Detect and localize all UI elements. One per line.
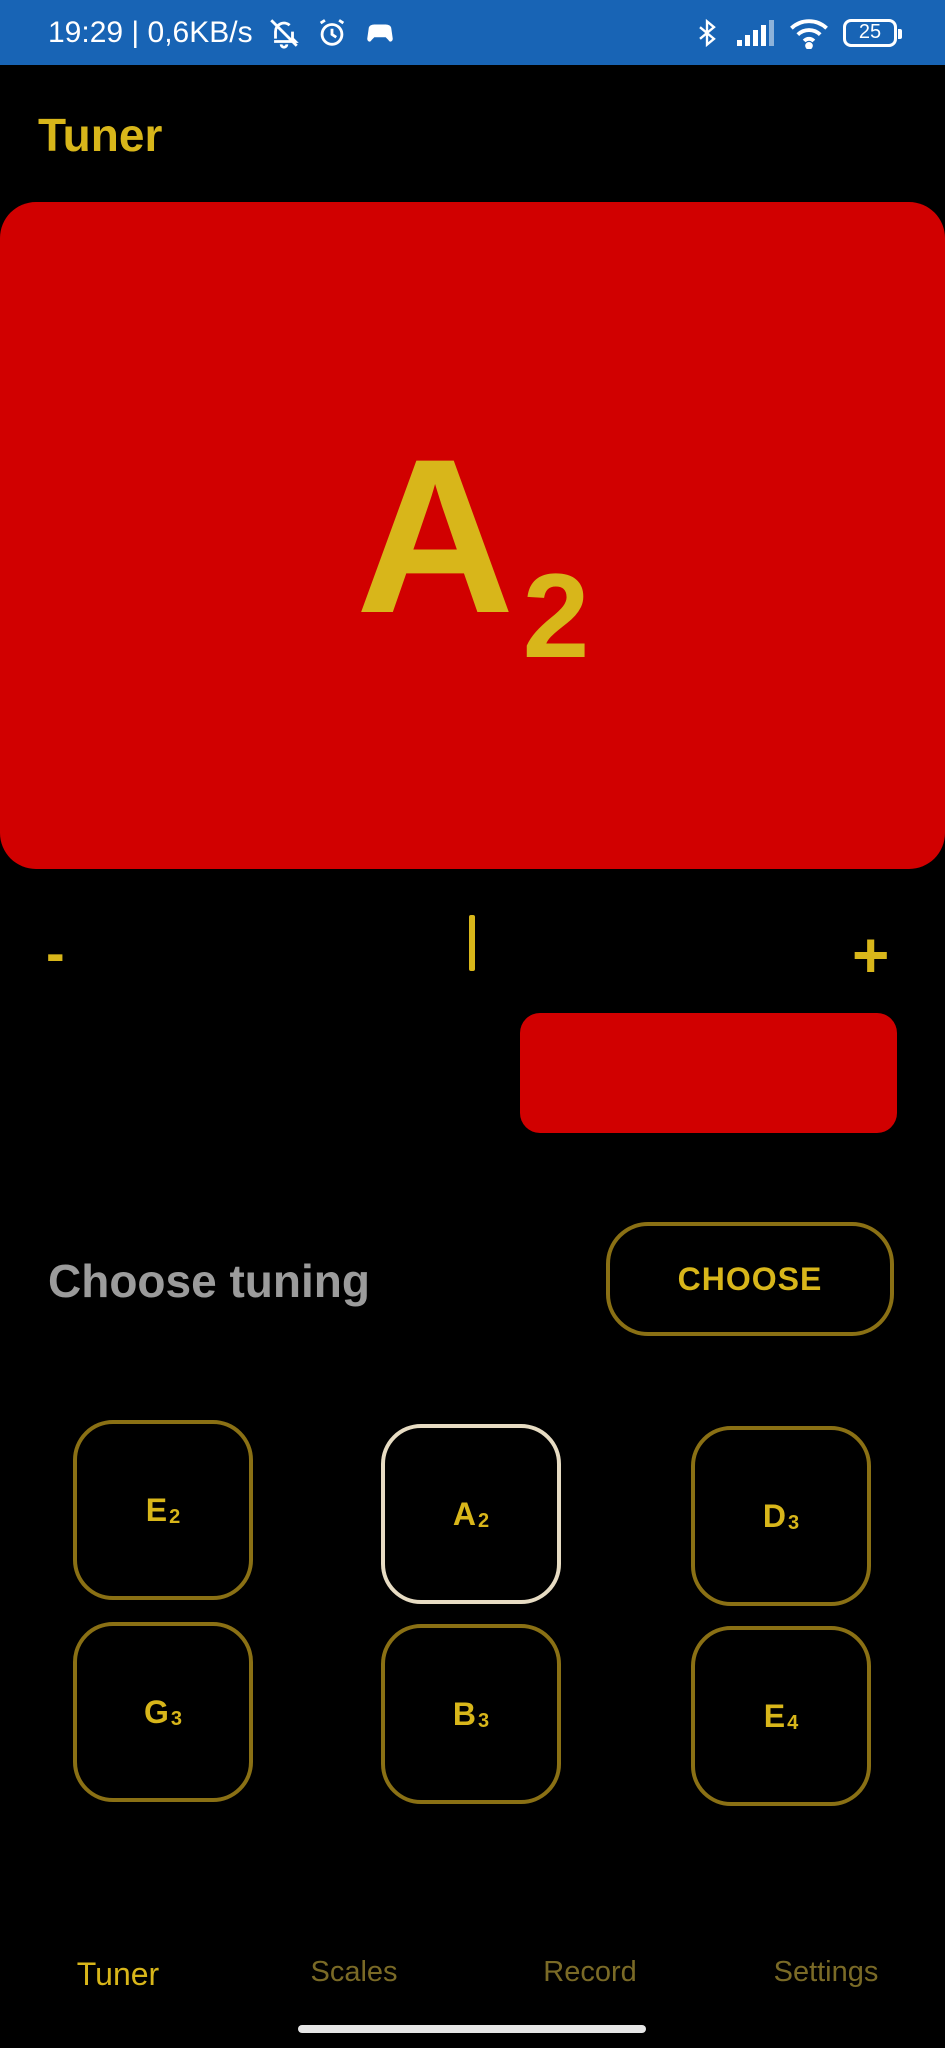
notifications-off-icon <box>267 16 301 50</box>
tuner-screen: 19:29 | 0,6KB/s 25 Tuner A 2 - + Choose … <box>0 0 945 2048</box>
alarm-icon <box>315 16 349 50</box>
string-button-g3[interactable]: G 3 <box>73 1622 253 1802</box>
detected-note: A 2 <box>0 202 945 869</box>
string-letter: G <box>143 1693 169 1730</box>
flat-indicator: - <box>46 921 65 984</box>
bluetooth-icon <box>693 16 721 50</box>
nav-tab-settings[interactable]: Settings <box>774 1956 879 1989</box>
string-octave: 3 <box>787 1511 800 1534</box>
wifi-icon <box>789 17 829 49</box>
string-octave: 2 <box>169 1505 181 1528</box>
string-octave: 3 <box>170 1707 182 1730</box>
choose-tuning-button[interactable]: CHOOSE <box>606 1222 894 1336</box>
status-bar: 19:29 | 0,6KB/s 25 <box>0 0 945 65</box>
string-button-d3[interactable]: D 3 <box>691 1426 871 1606</box>
string-button-e2[interactable]: E 2 <box>73 1420 253 1600</box>
center-needle <box>469 915 475 971</box>
string-letter: E <box>763 1697 786 1734</box>
bottom-nav: Tuner Scales Record Settings <box>0 1930 945 2020</box>
detected-note-card: A 2 <box>0 202 945 869</box>
status-right: 25 <box>693 16 902 50</box>
string-octave: 2 <box>477 1509 490 1532</box>
string-octave: 3 <box>477 1709 490 1732</box>
string-letter: E <box>145 1491 168 1528</box>
string-letter: D <box>762 1497 786 1534</box>
status-time-speed: 19:29 | 0,6KB/s <box>48 15 253 49</box>
detected-note-letter: A <box>355 412 515 659</box>
string-letter: A <box>452 1495 476 1532</box>
status-left: 19:29 | 0,6KB/s <box>48 16 397 50</box>
signal-icon <box>735 18 775 48</box>
string-button-b3[interactable]: B 3 <box>381 1624 561 1804</box>
page-title: Tuner <box>38 109 163 161</box>
nav-tab-tuner[interactable]: Tuner <box>77 1956 159 1993</box>
nav-tab-record[interactable]: Record <box>543 1956 637 1989</box>
battery-icon: 25 <box>843 18 902 47</box>
string-octave: 4 <box>787 1711 799 1734</box>
string-letter: B <box>452 1695 476 1732</box>
detected-note-octave: 2 <box>522 548 590 683</box>
string-button-e4[interactable]: E 4 <box>691 1626 871 1806</box>
battery-level: 25 <box>858 21 882 43</box>
home-indicator[interactable] <box>298 2025 646 2033</box>
nav-tab-scales[interactable]: Scales <box>310 1956 397 1989</box>
pitch-deviation-bar <box>520 1013 897 1133</box>
string-button-a2[interactable]: A 2 <box>381 1424 561 1604</box>
sharp-indicator: + <box>852 919 890 991</box>
game-icon <box>363 16 397 50</box>
choose-tuning-label: Choose tuning <box>48 1255 370 1307</box>
